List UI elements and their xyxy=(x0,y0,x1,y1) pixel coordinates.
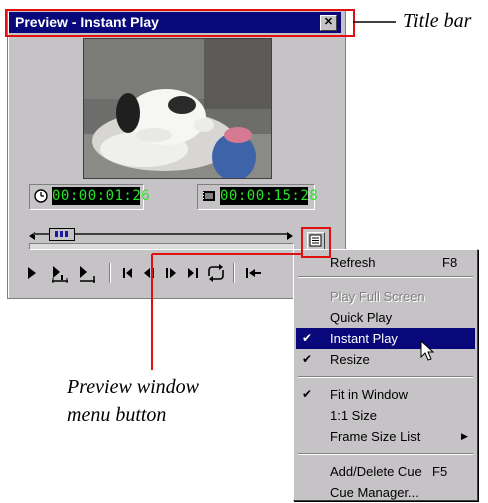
menu-button-callout-line2: menu button xyxy=(67,404,167,426)
title-bar-callout: Title bar xyxy=(403,10,472,32)
menu-button-callout-line1: Preview window xyxy=(67,376,200,398)
